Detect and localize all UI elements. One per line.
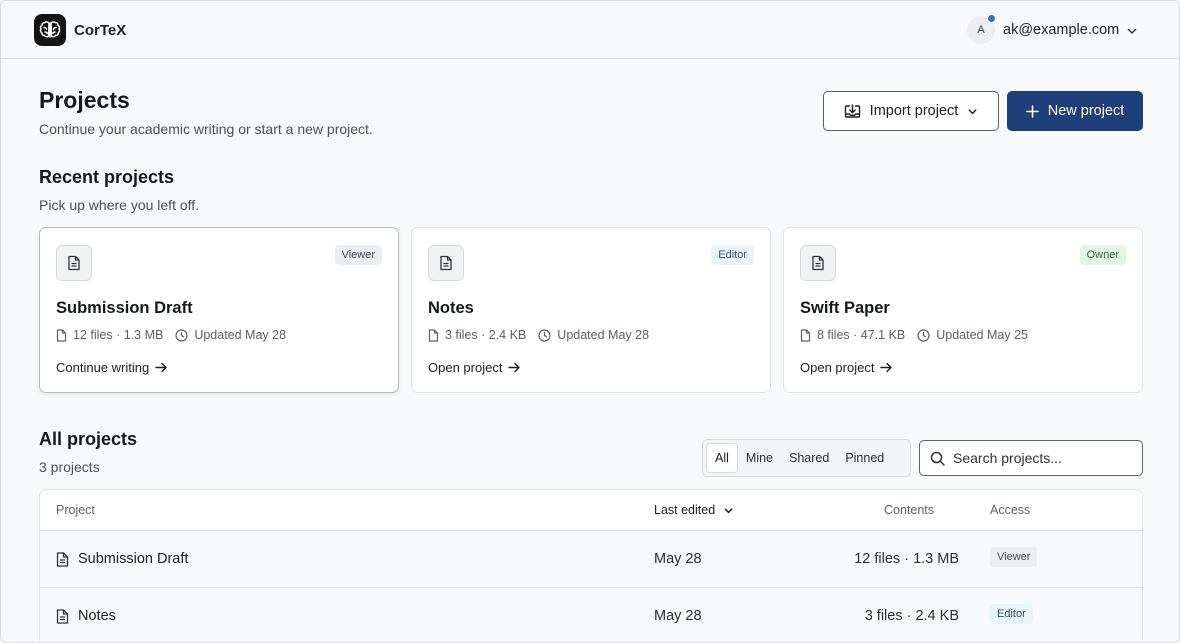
column-header-last-edited[interactable]: Last edited (654, 503, 734, 517)
page-subtitle: Continue your academic writing or start … (39, 121, 373, 137)
app-window: CorTeX A ak@example.com Projects Continu… (0, 0, 1180, 643)
role-badge: Owner (1079, 245, 1126, 265)
row-access: Editor (990, 604, 1033, 624)
card-action-label: Continue writing (56, 360, 150, 375)
continue-writing-link[interactable]: Continue writing (56, 360, 167, 375)
card-action-label: Open project (428, 360, 503, 375)
card-files: 3 files · 2.4 KB (445, 328, 527, 342)
card-updated: Updated May 28 (194, 328, 287, 342)
avatar[interactable]: A (967, 14, 996, 44)
row-date: May 28 (654, 608, 702, 624)
file-icon (56, 328, 67, 342)
card-title: Submission Draft (56, 299, 193, 317)
role-badge: Editor (711, 245, 754, 265)
open-project-link[interactable]: Open project (800, 360, 893, 375)
new-project-button[interactable]: New project (1007, 91, 1143, 131)
search-box[interactable] (919, 440, 1143, 476)
user-email[interactable]: ak@example.com (1003, 22, 1119, 38)
clock-icon (917, 328, 930, 342)
card-title: Swift Paper (800, 299, 890, 317)
file-icon (428, 328, 439, 342)
access-badge: Viewer (990, 547, 1038, 567)
card-action-label: Open project (800, 360, 875, 375)
row-name-label: Notes (78, 608, 116, 624)
filter-shared[interactable]: Shared (781, 443, 837, 473)
notification-dot (987, 14, 996, 23)
column-header-project[interactable]: Project (56, 503, 95, 517)
import-project-button[interactable]: Import project (823, 91, 999, 131)
recent-projects-subtitle: Pick up where you left off. (39, 197, 200, 213)
project-count: 3 projects (39, 459, 100, 475)
row-name-label: Submission Draft (78, 551, 189, 567)
role-badge: Viewer (334, 245, 382, 265)
arrow-right-icon (155, 362, 167, 373)
recent-projects-title: Recent projects (39, 167, 175, 187)
document-icon (56, 245, 92, 281)
search-icon (930, 451, 945, 466)
table-header: Project Last edited Contents Access (40, 490, 1142, 531)
card-updated: Updated May 28 (557, 328, 650, 342)
column-header-contents[interactable]: Contents (884, 503, 934, 517)
import-icon (844, 103, 860, 118)
row-date: May 28 (654, 551, 702, 567)
card-meta: 12 files · 1.3 MB Updated May 28 (56, 328, 286, 342)
plus-icon (1025, 104, 1039, 118)
all-projects-title: All projects (39, 429, 138, 449)
table-row[interactable]: Notes May 28 3 files · 2.4 KB Editor (40, 588, 1142, 642)
row-contents: 12 files · 1.3 MB (854, 551, 959, 567)
projects-table: Project Last edited Contents Access Subm… (39, 489, 1143, 642)
search-input[interactable] (953, 450, 1133, 466)
column-header-access[interactable]: Access (990, 503, 1030, 517)
chevron-down-icon (724, 507, 733, 513)
new-project-label: New project (1047, 103, 1125, 119)
row-contents: 3 files · 2.4 KB (864, 608, 959, 624)
project-card[interactable]: Owner Swift Paper 8 files · 47.1 KB Upda… (783, 227, 1143, 393)
filter-pinned[interactable]: Pinned (837, 443, 892, 473)
card-files: 12 files · 1.3 MB (73, 328, 164, 342)
chevron-down-icon (968, 108, 977, 114)
filter-mine[interactable]: Mine (738, 443, 781, 473)
row-name: Submission Draft (56, 551, 188, 567)
card-title: Notes (428, 299, 474, 317)
column-header-label: Last edited (654, 503, 716, 517)
file-icon (800, 328, 811, 342)
arrow-right-icon (508, 362, 521, 373)
access-badge: Editor (990, 604, 1033, 624)
row-name: Notes (56, 608, 116, 624)
import-project-label: Import project (869, 103, 959, 119)
card-updated: Updated May 25 (936, 328, 1028, 342)
top-bar: CorTeX A ak@example.com (1, 1, 1179, 59)
document-icon (800, 245, 836, 281)
card-files: 8 files · 47.1 KB (817, 328, 906, 342)
project-card[interactable]: Viewer Submission Draft 12 files · 1.3 M… (39, 227, 399, 393)
clock-icon (175, 328, 188, 342)
project-card[interactable]: Editor Notes 3 files · 2.4 KB Updated Ma… (411, 227, 771, 393)
card-meta: 3 files · 2.4 KB Updated May 28 (428, 328, 649, 342)
chevron-down-icon[interactable] (1126, 24, 1138, 42)
brain-logo-icon[interactable] (34, 14, 66, 46)
document-icon (56, 551, 69, 567)
app-name: CorTeX (74, 22, 127, 39)
card-meta: 8 files · 47.1 KB Updated May 25 (800, 328, 1028, 342)
table-row[interactable]: Submission Draft May 28 12 files · 1.3 M… (40, 531, 1142, 588)
page-title: Projects (39, 87, 130, 113)
avatar-initial: A (977, 24, 985, 36)
filter-segmented-control: All Mine Shared Pinned (702, 439, 911, 477)
row-access: Viewer (990, 547, 1038, 567)
document-icon (56, 608, 69, 624)
arrow-right-icon (880, 362, 893, 373)
filter-all[interactable]: All (706, 443, 738, 473)
clock-icon (538, 328, 551, 342)
document-icon (428, 245, 464, 281)
open-project-link[interactable]: Open project (428, 360, 521, 375)
